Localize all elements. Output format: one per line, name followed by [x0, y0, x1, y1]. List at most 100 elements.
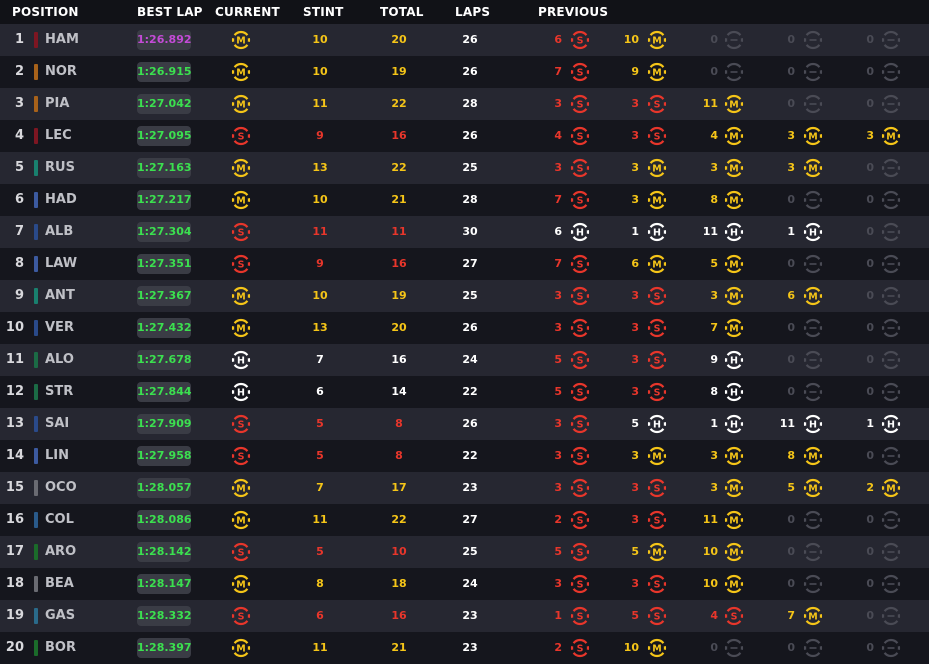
table-row[interactable]: 10 VER 1:27.432 M 13 20 26 3 S 3 S 7 M 0 0	[0, 312, 929, 344]
total-laps-on-set: 17	[391, 481, 407, 494]
team-color-bar	[34, 320, 38, 336]
tyre-letter: M	[652, 260, 661, 271]
previous-stint-laps: 0	[787, 33, 795, 46]
soft-tyre-icon: S	[647, 478, 667, 498]
tyre-letter: M	[729, 516, 738, 527]
tyre-letter: M	[236, 516, 245, 527]
table-row[interactable]: 13 SAI 1:27.909 S 5 8 26 3 S 5 H 1 H 11 H 1 H	[0, 408, 929, 440]
previous-stint-laps: 11	[702, 513, 718, 526]
table-row[interactable]: 7 ALB 1:27.304 S 11 11 30 6 H 1 H 11 H 1 H 0	[0, 216, 929, 248]
hard-tyre-icon: H	[724, 382, 744, 402]
empty-tyre-icon	[803, 510, 823, 530]
header-position[interactable]: POSITION	[12, 5, 79, 19]
team-color-bar	[34, 416, 38, 432]
driver-code: SAI	[45, 416, 70, 431]
tyre-letter: M	[652, 36, 661, 47]
soft-tyre-icon: S	[570, 446, 590, 466]
table-row[interactable]: 15 OCO 1:28.057 M 7 17 23 3 S 3 S 3 M 5 M 2 M	[0, 472, 929, 504]
position-number: 19	[5, 608, 24, 623]
medium-tyre-icon: M	[724, 94, 744, 114]
best-lap-time: 1:27.217	[137, 190, 192, 210]
header-laps[interactable]: LAPS	[455, 5, 490, 19]
tyre-letter: M	[729, 580, 738, 591]
tyre-letter: S	[577, 516, 584, 527]
previous-stint-laps: 3	[554, 321, 562, 334]
table-row[interactable]: 18 BEA 1:28.147 M 8 18 24 3 S 3 S 10 M 0 0	[0, 568, 929, 600]
empty-tyre-icon	[881, 62, 901, 82]
table-row[interactable]: 16 COL 1:28.086 M 11 22 27 2 S 3 S 11 M 0 0	[0, 504, 929, 536]
tyre-letter: M	[236, 100, 245, 111]
empty-tyre-icon	[881, 638, 901, 658]
stint-count: 9	[316, 257, 324, 270]
table-row[interactable]: 2 NOR 1:26.915 M 10 19 26 7 S 9 M 0 0 0	[0, 56, 929, 88]
tyre-letter: S	[238, 612, 245, 623]
tyre-letter: S	[238, 132, 245, 143]
table-row[interactable]: 3 PIA 1:27.042 M 11 22 28 3 S 3 S 11 M 0 0	[0, 88, 929, 120]
team-color-bar	[34, 512, 38, 528]
stint-count: 13	[312, 161, 328, 174]
driver-code: BEA	[45, 576, 74, 591]
tyre-letter: S	[731, 612, 738, 623]
table-row[interactable]: 5 RUS 1:27.163 M 13 22 25 3 S 3 M 3 M 3 M 0	[0, 152, 929, 184]
header-current[interactable]: CURRENT	[215, 5, 280, 19]
empty-tyre-icon	[881, 222, 901, 242]
previous-stint-laps: 0	[787, 577, 795, 590]
table-row[interactable]: 8 LAW 1:27.351 S 9 16 27 7 S 6 M 5 M 0 0	[0, 248, 929, 280]
tyre-letter: S	[654, 388, 661, 399]
header-best-lap[interactable]: BEST LAP	[137, 5, 203, 19]
tyre-letter: S	[238, 420, 245, 431]
table-row[interactable]: 4 LEC 1:27.095 S 9 16 26 4 S 3 S 4 M 3 M 3 M	[0, 120, 929, 152]
soft-tyre-icon: S	[570, 414, 590, 434]
team-color-bar	[34, 224, 38, 240]
tyre-letter: S	[654, 324, 661, 335]
tyre-letter: S	[577, 452, 584, 463]
tyre-letter: S	[577, 292, 584, 303]
previous-stint-laps: 0	[866, 257, 874, 270]
table-row[interactable]: 14 LIN 1:27.958 S 5 8 22 3 S 3 M 3 M 8 M 0	[0, 440, 929, 472]
tyre-letter: M	[729, 164, 738, 175]
team-color-bar	[34, 576, 38, 592]
empty-tyre-icon	[881, 446, 901, 466]
stint-count: 10	[312, 33, 328, 46]
table-row[interactable]: 17 ARO 1:28.142 S 5 10 25 5 S 5 M 10 M 0 0	[0, 536, 929, 568]
table-row[interactable]: 12 STR 1:27.844 H 6 14 22 5 S 3 S 8 H 0 0	[0, 376, 929, 408]
previous-stint-laps: 0	[787, 97, 795, 110]
header-previous[interactable]: PREVIOUS	[538, 5, 608, 19]
header-total[interactable]: TOTAL	[380, 5, 424, 19]
previous-stint-laps: 3	[554, 97, 562, 110]
tyre-letter: H	[887, 420, 895, 431]
table-row[interactable]: 19 GAS 1:28.332 S 6 16 23 1 S 5 S 4 S 7 M 0	[0, 600, 929, 632]
tyre-letter: M	[236, 196, 245, 207]
driver-code: LEC	[45, 128, 72, 143]
tyre-letter: S	[238, 452, 245, 463]
laps-count: 28	[462, 97, 478, 110]
best-lap-time: 1:27.304	[137, 222, 192, 242]
laps-count: 26	[462, 33, 478, 46]
team-color-bar	[34, 448, 38, 464]
driver-code: LIN	[45, 448, 70, 463]
soft-tyre-icon: S	[570, 478, 590, 498]
table-row[interactable]: 1 HAM 1:26.892 M 10 20 26 6 S 10 M 0 0 0	[0, 24, 929, 56]
empty-tyre-icon	[803, 350, 823, 370]
table-row[interactable]: 20 BOR 1:28.397 M 11 21 23 2 S 10 M 0 0 0	[0, 632, 929, 664]
tyre-letter: S	[577, 484, 584, 495]
position-number: 16	[5, 512, 24, 527]
medium-tyre-icon: M	[231, 94, 251, 114]
position-number: 7	[14, 224, 24, 239]
previous-stint-laps: 7	[787, 609, 795, 622]
table-row[interactable]: 11 ALO 1:27.678 H 7 16 24 5 S 3 S 9 H 0 0	[0, 344, 929, 376]
table-row[interactable]: 9 ANT 1:27.367 M 10 19 25 3 S 3 S 3 M 6 M 0	[0, 280, 929, 312]
header-stint[interactable]: STINT	[303, 5, 344, 19]
driver-code: BOR	[45, 640, 76, 655]
total-laps-on-set: 20	[391, 33, 407, 46]
empty-tyre-icon	[724, 30, 744, 50]
laps-count: 22	[462, 449, 478, 462]
total-laps-on-set: 19	[391, 65, 407, 78]
position-number: 2	[14, 64, 24, 79]
total-laps-on-set: 10	[391, 545, 407, 558]
soft-tyre-icon: S	[231, 254, 251, 274]
team-color-bar	[34, 640, 38, 656]
table-row[interactable]: 6 HAD 1:27.217 M 10 21 28 7 S 3 M 8 M 0 0	[0, 184, 929, 216]
best-lap-time: 1:28.397	[137, 638, 192, 658]
previous-stint-laps: 5	[631, 417, 639, 430]
